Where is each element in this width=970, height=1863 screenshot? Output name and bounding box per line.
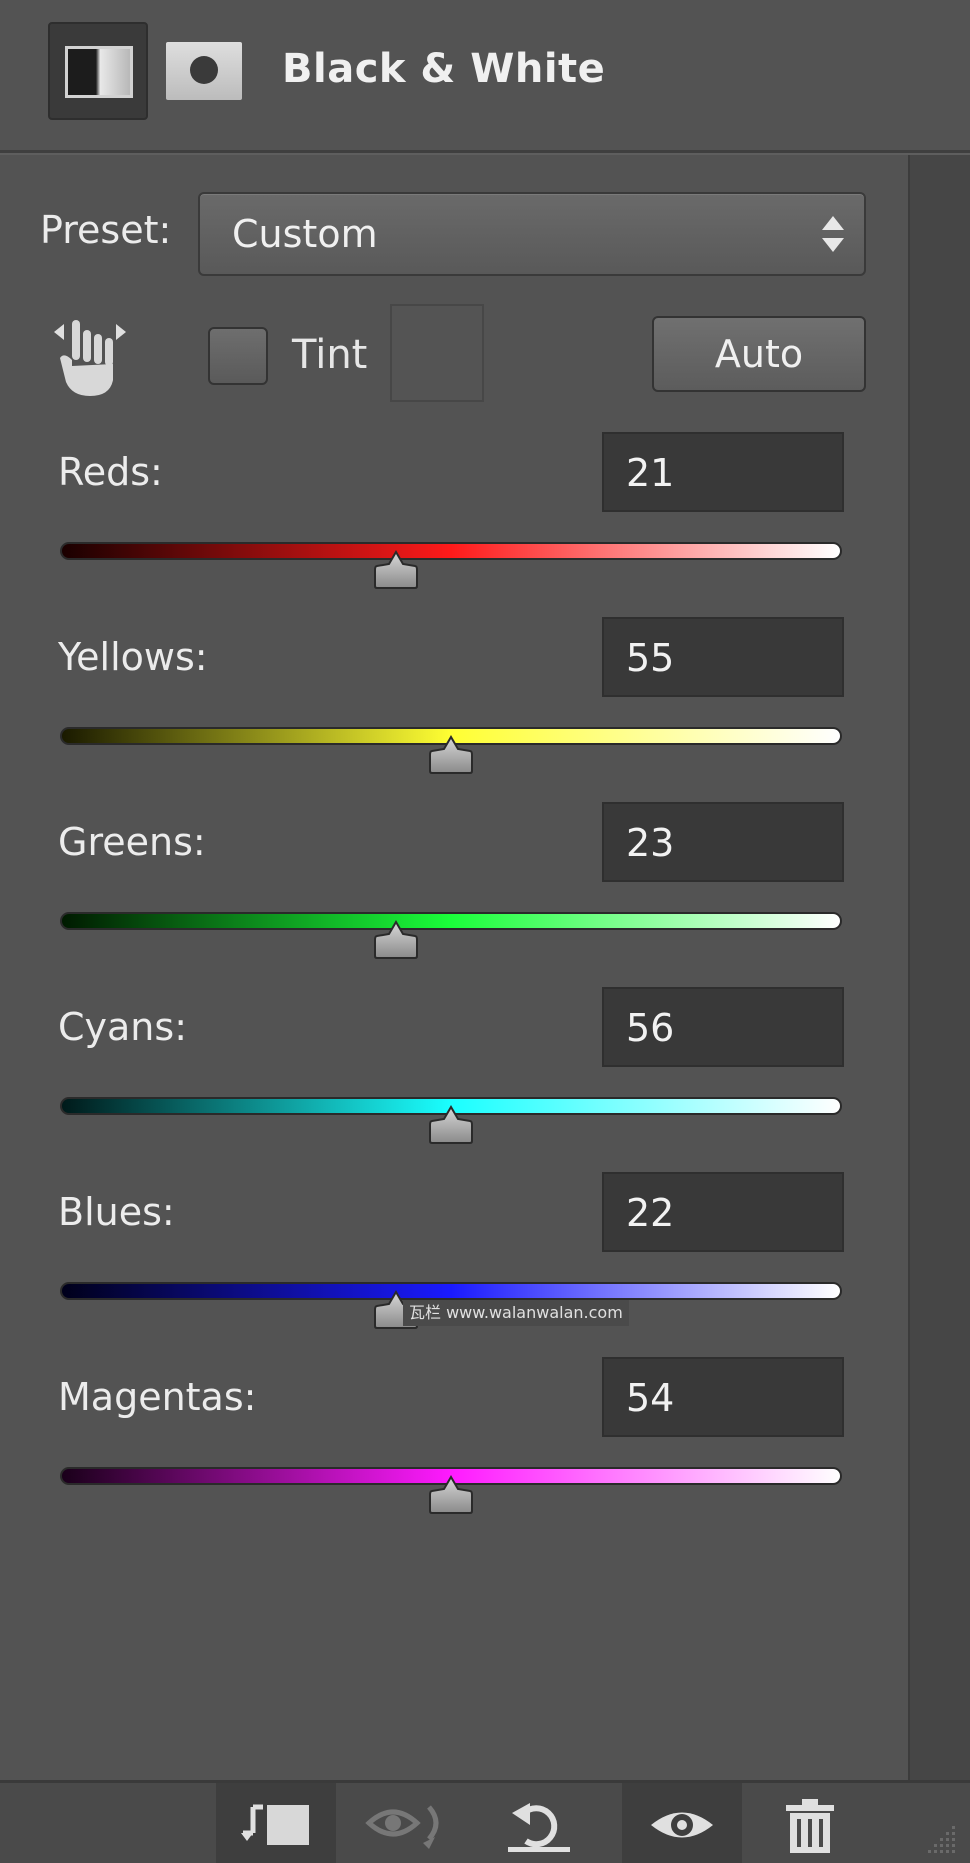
visibility-eye-icon <box>651 1812 713 1837</box>
slider-greens: Greens: 23 <box>0 802 900 986</box>
slider-value-input[interactable]: 22 <box>602 1172 844 1252</box>
visibility-toggle-button[interactable] <box>622 1783 742 1863</box>
slider-label: Greens: <box>58 820 206 864</box>
properties-panel: Black & White Preset: Custom Tint Auto R… <box>0 0 970 1863</box>
targeted-adjustment-hand-icon[interactable] <box>50 316 130 398</box>
clip-to-layer-button[interactable] <box>216 1783 336 1863</box>
preset-dropdown[interactable]: Custom <box>198 192 866 276</box>
preset-label: Preset: <box>40 208 172 252</box>
slider-label: Yellows: <box>58 635 208 679</box>
slider-thumb-icon[interactable] <box>428 735 474 775</box>
slider-value-input[interactable]: 54 <box>602 1357 844 1437</box>
view-previous-icon <box>365 1804 439 1849</box>
slider-cyans: Cyans: 56 <box>0 987 900 1171</box>
slider-value-input[interactable]: 56 <box>602 987 844 1067</box>
slider-track[interactable] <box>60 1282 842 1300</box>
scrollbar-track[interactable] <box>908 155 970 1780</box>
slider-yellows: Yellows: 55 <box>0 617 900 801</box>
slider-reds: Reds: 21 <box>0 432 900 616</box>
slider-value-input[interactable]: 23 <box>602 802 844 882</box>
slider-thumb-icon[interactable] <box>373 920 419 960</box>
reset-button[interactable] <box>478 1783 598 1863</box>
layer-mask-icon[interactable] <box>166 42 242 100</box>
slider-value-input[interactable]: 21 <box>602 432 844 512</box>
watermark-text: 瓦栏 www.walanwalan.com <box>403 1300 629 1326</box>
updown-arrows-icon <box>822 216 844 252</box>
tint-checkbox[interactable] <box>208 327 268 385</box>
slider-label: Cyans: <box>58 1005 187 1049</box>
auto-button[interactable]: Auto <box>652 316 866 392</box>
reset-icon <box>508 1802 570 1852</box>
slider-value-input[interactable]: 55 <box>602 617 844 697</box>
delete-button[interactable] <box>750 1783 870 1863</box>
slider-blues: Blues: 22 <box>0 1172 900 1356</box>
slider-track[interactable] <box>60 912 842 930</box>
mask-dot <box>190 56 218 84</box>
slider-thumb-icon[interactable] <box>373 550 419 590</box>
tint-label: Tint <box>292 332 368 378</box>
panel-footer-toolbar <box>0 1780 970 1863</box>
view-previous-button[interactable] <box>348 1783 468 1863</box>
slider-thumb-icon[interactable] <box>428 1105 474 1145</box>
black-white-adjustment-icon <box>65 46 133 98</box>
slider-track[interactable] <box>60 542 842 560</box>
tint-color-swatch[interactable] <box>390 304 484 402</box>
adjustment-layer-button[interactable] <box>48 22 148 120</box>
preset-value: Custom <box>232 212 378 256</box>
slider-magentas: Magentas: 54 <box>0 1357 900 1541</box>
resize-grip-icon[interactable] <box>920 1818 960 1858</box>
trash-icon <box>786 1798 834 1853</box>
panel-title: Black & White <box>282 46 606 92</box>
slider-label: Blues: <box>58 1190 175 1234</box>
clip-to-layer-icon <box>241 1804 309 1845</box>
slider-label: Magentas: <box>58 1375 257 1419</box>
slider-thumb-icon[interactable] <box>428 1475 474 1515</box>
panel-header: Black & White <box>0 0 970 153</box>
slider-label: Reds: <box>58 450 163 494</box>
